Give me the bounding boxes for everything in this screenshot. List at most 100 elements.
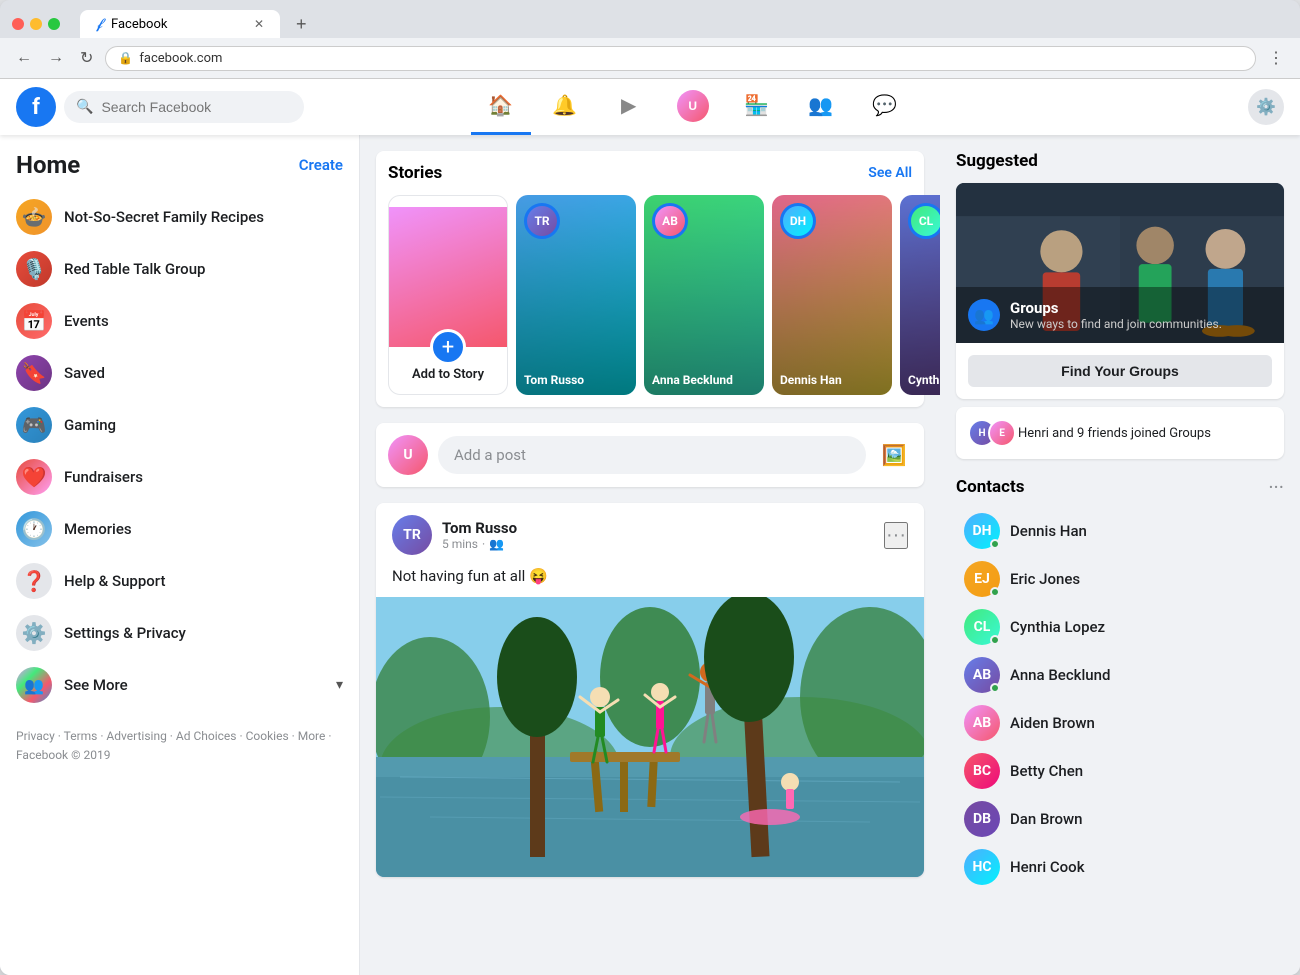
story-card-3[interactable]: CL Cynthia Lopez xyxy=(900,195,940,395)
contact-item-1[interactable]: EJ Eric Jones xyxy=(956,555,1284,603)
post-card: TR Tom Russo 5 mins · 👥 ··· Not having f… xyxy=(376,503,924,877)
minimize-dot[interactable] xyxy=(30,18,42,30)
contact-name-0: Dennis Han xyxy=(1010,522,1087,540)
settings-button[interactable]: ⚙️ xyxy=(1248,89,1284,125)
search-input[interactable] xyxy=(101,99,292,115)
contacts-title: Contacts xyxy=(956,477,1024,497)
sidebar-header: Home Create xyxy=(8,143,351,191)
contact-name-5: Betty Chen xyxy=(1010,762,1083,780)
red-table-icon: 🎙️ xyxy=(16,251,52,287)
sidebar-item-label: Events xyxy=(64,312,109,330)
sidebar-item-saved[interactable]: 🔖 Saved xyxy=(8,347,351,399)
browser-tab[interactable]: 𝓯 Facebook ✕ xyxy=(80,10,280,38)
events-icon: 📅 xyxy=(16,303,52,339)
find-groups-button[interactable]: Find Your Groups xyxy=(968,355,1272,387)
online-indicator xyxy=(990,587,1000,597)
new-tab-button[interactable]: + xyxy=(288,14,315,35)
fundraisers-icon: ❤️ xyxy=(16,459,52,495)
sidebar-item-label: Settings & Privacy xyxy=(64,624,186,642)
story-name: Dennis Han xyxy=(780,373,884,387)
nav-messenger-button[interactable]: 💬 xyxy=(855,79,915,135)
nav-profile-button[interactable]: U xyxy=(663,79,723,135)
contact-item-3[interactable]: AB Anna Becklund xyxy=(956,651,1284,699)
post-header: TR Tom Russo 5 mins · 👥 ··· xyxy=(376,503,924,567)
nav-notifications-button[interactable]: 🔔 xyxy=(535,79,595,135)
contact-name-4: Aiden Brown xyxy=(1010,714,1095,732)
post-image xyxy=(376,597,924,877)
story-avatar: TR xyxy=(524,203,560,239)
sidebar-item-help[interactable]: ❓ Help & Support xyxy=(8,555,351,607)
post-photo-icon[interactable]: 🖼️ xyxy=(876,437,912,473)
close-dot[interactable] xyxy=(12,18,24,30)
sidebar-item-label: Help & Support xyxy=(64,572,165,590)
nav-groups-button[interactable]: 👥 xyxy=(791,79,851,135)
lock-icon: 🔒 xyxy=(118,51,133,65)
nav-marketplace-button[interactable]: 🏪 xyxy=(727,79,787,135)
post-box: U Add a post 🖼️ xyxy=(376,423,924,487)
search-box[interactable]: 🔍 xyxy=(64,91,304,123)
sidebar-item-fundraisers[interactable]: ❤️ Fundraisers xyxy=(8,451,351,503)
sidebar-create-button[interactable]: Create xyxy=(299,156,343,174)
contact-item-5[interactable]: BC Betty Chen xyxy=(956,747,1284,795)
story-add-photo: + xyxy=(389,207,507,347)
dot-separator: · xyxy=(482,537,485,551)
footer-text: Privacy · Terms · Advertising · Ad Choic… xyxy=(16,729,331,762)
story-add-card[interactable]: + Add to Story xyxy=(388,195,508,395)
story-card-1[interactable]: AB Anna Becklund xyxy=(644,195,764,395)
tab-close-icon[interactable]: ✕ xyxy=(254,17,264,31)
groups-card: 👥 Groups New ways to find and join commu… xyxy=(956,183,1284,399)
contacts-more-button[interactable]: ··· xyxy=(1268,475,1284,499)
nav-watch-button[interactable]: ▶ xyxy=(599,79,659,135)
address-bar[interactable]: 🔒 facebook.com xyxy=(105,46,1256,71)
groups-banner-content: 👥 Groups New ways to find and join commu… xyxy=(956,287,1284,343)
sidebar-item-label: Fundraisers xyxy=(64,468,143,486)
contact-item-7[interactable]: HC Henri Cook xyxy=(956,843,1284,891)
stories-see-all-button[interactable]: See All xyxy=(868,165,912,181)
joined-avatar-2: E xyxy=(988,419,1016,447)
story-card-0[interactable]: TR Tom Russo xyxy=(516,195,636,395)
sidebar-item-settings[interactable]: ⚙️ Settings & Privacy xyxy=(8,607,351,659)
sidebar-item-red-table[interactable]: 🎙️ Red Table Talk Group xyxy=(8,243,351,295)
help-icon: ❓ xyxy=(16,563,52,599)
memories-icon: 🕐 xyxy=(16,511,52,547)
online-indicator xyxy=(990,635,1000,645)
contacts-section: Contacts ··· DH Dennis Han EJ xyxy=(956,475,1284,891)
contact-name-3: Anna Becklund xyxy=(1010,666,1110,684)
sidebar-item-events[interactable]: 📅 Events xyxy=(8,295,351,347)
story-name: Tom Russo xyxy=(524,373,628,387)
browser-window: 𝓯 Facebook ✕ + ← → ↻ 🔒 facebook.com ⋮ f … xyxy=(0,0,1300,975)
story-avatar: CL xyxy=(908,203,940,239)
story-card-2[interactable]: DH Dennis Han xyxy=(772,195,892,395)
tab-favicon: 𝓯 xyxy=(96,16,103,32)
contact-item-2[interactable]: CL Cynthia Lopez xyxy=(956,603,1284,651)
contact-name-7: Henri Cook xyxy=(1010,858,1085,876)
sidebar-item-family-recipes[interactable]: 🍲 Not-So-Secret Family Recipes xyxy=(8,191,351,243)
contact-item-6[interactable]: DB Dan Brown xyxy=(956,795,1284,843)
family-recipes-icon: 🍲 xyxy=(16,199,52,235)
tab-title: Facebook xyxy=(111,17,167,32)
top-nav: f 🔍 🏠 🔔 ▶ U 🏪 👥 💬 ⚙️ xyxy=(0,79,1300,135)
search-icon: 🔍 xyxy=(76,99,93,115)
contact-item-4[interactable]: AB Aiden Brown xyxy=(956,699,1284,747)
refresh-button[interactable]: ↻ xyxy=(76,44,97,72)
groups-text-subtitle: New ways to find and join communities. xyxy=(1010,317,1222,331)
browser-toolbar: ← → ↻ 🔒 facebook.com ⋮ xyxy=(0,38,1300,79)
contact-name-2: Cynthia Lopez xyxy=(1010,618,1105,636)
contact-avatar-6: DB xyxy=(964,801,1000,837)
contact-item-0[interactable]: DH Dennis Han xyxy=(956,507,1284,555)
forward-button[interactable]: → xyxy=(44,45,68,71)
browser-menu-button[interactable]: ⋮ xyxy=(1264,44,1288,72)
back-button[interactable]: ← xyxy=(12,45,36,71)
sidebar-item-gaming[interactable]: 🎮 Gaming xyxy=(8,399,351,451)
joined-text: Henri and 9 friends joined Groups xyxy=(1018,426,1211,441)
maximize-dot[interactable] xyxy=(48,18,60,30)
post-input[interactable]: Add a post xyxy=(438,436,866,474)
sidebar-item-memories[interactable]: 🕐 Memories xyxy=(8,503,351,555)
post-more-button[interactable]: ··· xyxy=(884,522,908,549)
joined-avatars: H E xyxy=(968,419,1008,447)
groups-text-title: Groups xyxy=(1010,299,1222,317)
contact-avatar-1: EJ xyxy=(964,561,1000,597)
nav-home-button[interactable]: 🏠 xyxy=(471,79,531,135)
sidebar-item-see-more[interactable]: 👥 See More ▾ xyxy=(8,659,351,711)
contact-name-1: Eric Jones xyxy=(1010,570,1080,588)
